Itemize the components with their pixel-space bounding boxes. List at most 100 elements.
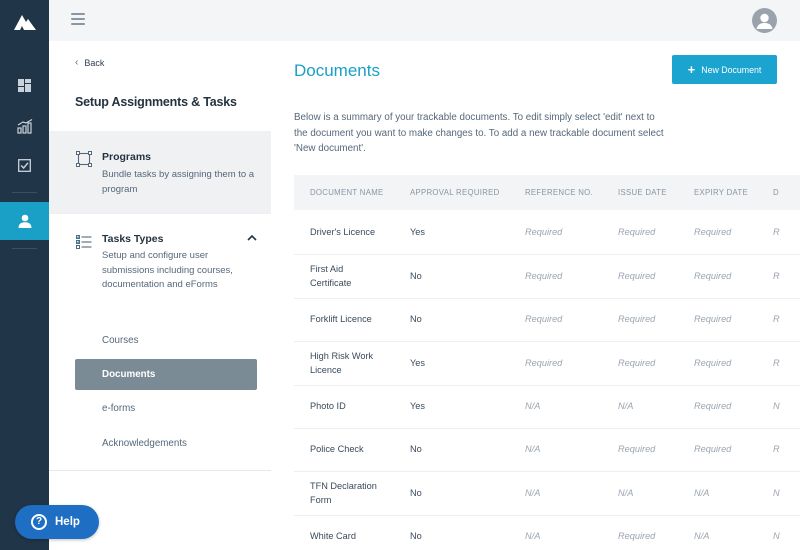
column-header-reference-no[interactable]: REFERENCE NO.: [509, 175, 602, 210]
cell-reference: Required: [509, 254, 602, 299]
sidebar-section-task-types: Tasks Types Setup and configure user sub…: [49, 213, 271, 471]
cell-issue-date: Required: [602, 210, 678, 255]
sidebar-section-programs[interactable]: Programs Bundle tasks by assigning them …: [49, 131, 271, 213]
documents-panel: Documents + New Document Below is a summ…: [271, 41, 800, 550]
mountain-logo-icon[interactable]: [14, 12, 36, 30]
cell-approval: Yes: [394, 385, 509, 429]
cell-truncated: N: [757, 385, 800, 429]
cell-truncated: R: [757, 210, 800, 255]
cell-document-name: Driver's Licence: [294, 210, 394, 255]
help-button[interactable]: ? Help: [15, 505, 99, 539]
cell-truncated: R: [757, 428, 800, 472]
cell-truncated: N: [757, 471, 800, 516]
program-frame-icon: [76, 151, 92, 167]
cell-issue-date: N/A: [602, 471, 678, 516]
cell-truncated: N: [757, 515, 800, 550]
column-header-approval-required[interactable]: APPROVAL REQUIRED: [394, 175, 509, 210]
task-types-title: Tasks Types: [102, 233, 164, 245]
intro-text: Below is a summary of your trackable doc…: [294, 112, 664, 154]
app-rail: [0, 0, 49, 550]
column-header-expiry-date[interactable]: EXPIRY DATE: [678, 175, 757, 210]
column-header-document-name[interactable]: DOCUMENT NAME: [294, 175, 394, 210]
cell-reference: N/A: [509, 515, 602, 550]
table-row[interactable]: Forklift Licence No Required Required Re…: [294, 298, 800, 342]
rail-divider: [12, 192, 37, 193]
cell-document-name: High Risk Work Licence: [294, 341, 394, 386]
user-icon: [18, 214, 31, 228]
cell-issue-date: N/A: [602, 385, 678, 429]
page-title: Documents: [294, 61, 380, 80]
back-link[interactable]: ‹ Back: [75, 57, 104, 68]
cell-document-name: TFN Declaration Form: [294, 471, 394, 516]
table-row[interactable]: Driver's Licence Yes Required Required R…: [294, 210, 800, 255]
analytics-icon: [16, 118, 32, 134]
cell-expiry-date: Required: [678, 428, 757, 472]
rail-divider: [12, 248, 37, 249]
cell-expiry-date: Required: [678, 385, 757, 429]
cell-reference: Required: [509, 210, 602, 255]
settings-sidebar: ‹ Back Setup Assignments & Tasks Program…: [49, 41, 271, 550]
table-row[interactable]: High Risk Work Licence Yes Required Requ…: [294, 341, 800, 386]
sidebar-item-acknowledgements[interactable]: Acknowledgements: [75, 428, 257, 459]
table-header-row: DOCUMENT NAME APPROVAL REQUIRED REFERENC…: [294, 175, 800, 210]
cell-approval: No: [394, 254, 509, 299]
chevron-left-icon: ‹: [75, 57, 79, 68]
column-header-truncated[interactable]: D: [757, 175, 800, 210]
cell-approval: Yes: [394, 210, 509, 255]
table-row[interactable]: First Aid Certificate No Required Requir…: [294, 254, 800, 299]
table-row[interactable]: Photo ID Yes N/A N/A Required N: [294, 385, 800, 429]
cell-expiry-date: Required: [678, 210, 757, 255]
rail-item-dashboard[interactable]: [0, 66, 49, 104]
cell-reference: N/A: [509, 428, 602, 472]
programs-description: Bundle tasks by assigning them to a prog…: [102, 169, 255, 195]
back-label: Back: [84, 57, 105, 68]
table-row[interactable]: White Card No N/A Required N/A N: [294, 515, 800, 550]
cell-approval: No: [394, 428, 509, 472]
cell-expiry-date: Required: [678, 298, 757, 342]
programs-title: Programs: [102, 151, 152, 163]
top-bar: [49, 0, 800, 41]
cell-reference: Required: [509, 341, 602, 386]
cell-approval: No: [394, 515, 509, 550]
cell-reference: Required: [509, 298, 602, 342]
new-document-label: New Document: [701, 64, 762, 75]
rail-item-users[interactable]: [0, 202, 49, 240]
task-types-description: Setup and configure user submissions inc…: [102, 250, 233, 290]
user-avatar-icon[interactable]: [752, 8, 777, 33]
table-row[interactable]: Police Check No N/A Required Required R: [294, 428, 800, 472]
cell-document-name: Police Check: [294, 428, 394, 472]
cell-truncated: R: [757, 254, 800, 299]
cell-document-name: Forklift Licence: [294, 298, 394, 342]
rail-item-analytics[interactable]: [0, 107, 49, 145]
help-question-icon: ?: [31, 514, 47, 530]
chevron-up-icon[interactable]: [245, 231, 259, 245]
plus-icon: +: [687, 61, 696, 77]
cell-document-name: White Card: [294, 515, 394, 550]
cell-issue-date: Required: [602, 254, 678, 299]
cell-approval: No: [394, 298, 509, 342]
hamburger-icon[interactable]: [71, 13, 85, 26]
cell-expiry-date: Required: [678, 341, 757, 386]
tasks-check-icon: [18, 158, 31, 172]
sidebar-item-e-forms[interactable]: e-forms: [75, 393, 257, 424]
avatar-silhouette-icon: [756, 13, 773, 29]
sidebar-item-documents[interactable]: Documents: [75, 359, 257, 390]
cell-reference: N/A: [509, 385, 602, 429]
cell-reference: N/A: [509, 471, 602, 516]
help-label: Help: [55, 516, 80, 528]
cell-document-name: Photo ID: [294, 385, 394, 429]
dashboard-icon: [18, 78, 31, 92]
column-header-issue-date[interactable]: ISSUE DATE: [602, 175, 678, 210]
cell-issue-date: Required: [602, 515, 678, 550]
cell-issue-date: Required: [602, 341, 678, 386]
checklist-icon: [76, 235, 92, 249]
cell-issue-date: Required: [602, 428, 678, 472]
table-row[interactable]: TFN Declaration Form No N/A N/A N/A N: [294, 471, 800, 516]
new-document-button[interactable]: + New Document: [672, 55, 777, 84]
cell-expiry-date: Required: [678, 254, 757, 299]
cell-truncated: R: [757, 298, 800, 342]
cell-expiry-date: N/A: [678, 515, 757, 550]
sidebar-divider: [49, 470, 271, 471]
sidebar-item-courses[interactable]: Courses: [75, 325, 257, 356]
rail-item-tasks[interactable]: [0, 146, 49, 184]
